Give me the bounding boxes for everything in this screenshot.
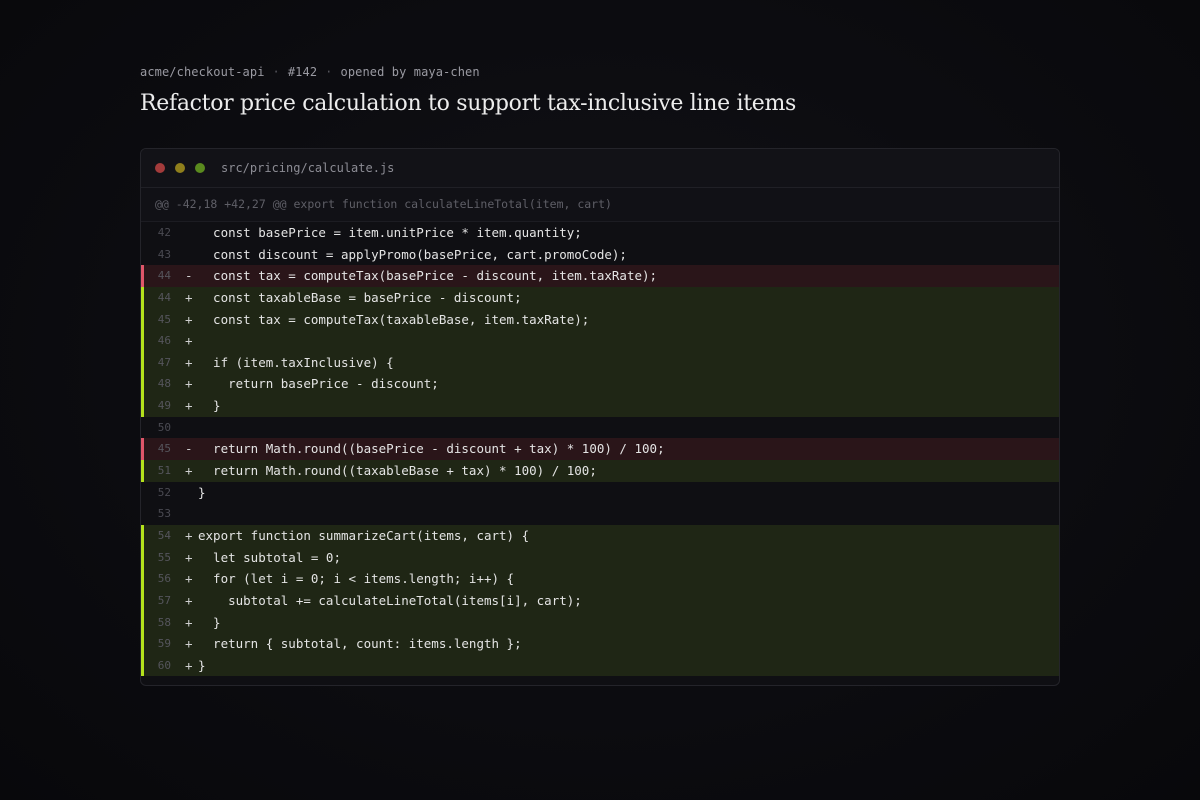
diff-line-context[interactable]: 53 [141,503,1059,525]
line-number: 51 [157,464,171,478]
line-number: 55 [157,550,171,564]
meta-separator: · [272,65,280,79]
diff-sign: + [185,354,193,370]
diff-line-added[interactable]: 55 + let subtotal = 0; [141,546,1059,569]
diff-line-added[interactable]: 54 + export function summarizeCart(items, … [141,524,1059,547]
diff-sign [185,503,193,525]
code-text: for (let i = 0; i < items.length; i++) { [198,571,515,587]
diff-line-added[interactable]: 44 + const taxableBase = basePrice - disc… [141,286,1059,309]
line-number: 42 [157,226,171,239]
diff-sign: + [185,311,193,327]
line-number: 46 [157,334,171,348]
meta-separator: · [325,65,333,79]
diff-line-context[interactable]: 52 } [141,482,1059,504]
pr-number[interactable]: #142 [288,65,317,79]
diff-line-context[interactable]: 42 const basePrice = item.unitPrice * it… [141,222,1059,244]
line-number: 53 [157,507,171,521]
code-text: } [198,657,206,673]
diff-line-deleted[interactable]: 44- const tax = computeTax(basePrice - d… [141,265,1059,287]
line-number: 47 [157,355,171,369]
diff-sign: - [185,441,193,457]
line-number: 43 [157,247,171,261]
diff-sign: + [185,398,193,414]
diff-sign: + [185,549,193,565]
diff-line-deleted[interactable]: 45- return Math.round((basePrice - disco… [141,438,1059,461]
diff-line-added[interactable]: 58 + } [141,611,1059,634]
line-number: 44 [157,269,171,283]
code-text: const discount = applyPromo(basePrice, c… [198,246,627,262]
line-number: 54 [157,528,171,542]
code-text: } [198,398,221,414]
diff-sign [185,244,193,266]
diff-line-added[interactable]: 51 + return Math.round((taxableBase + tax… [141,460,1059,482]
diff-line-context[interactable]: 50 [141,417,1059,439]
line-number: 44 [157,290,171,304]
minimize-window-dot-icon[interactable] [175,163,185,173]
code-text: subtotal += calculateLineTotal(items[i],… [198,592,582,608]
diff-line-added[interactable]: 57 + subtotal += calculateLineTotal(items… [141,589,1059,612]
diff-line-added[interactable]: 49 + } [141,395,1059,417]
code-text: return Math.round((basePrice - discount … [198,441,665,457]
diff-sign: - [185,268,193,284]
maximize-window-dot-icon[interactable] [195,163,205,173]
pr-title: Refactor price calculation to support ta… [140,91,797,116]
diff-line-added[interactable]: 45 + const tax = computeTax(taxableBase, … [141,308,1059,331]
diff-sign: + [185,333,193,349]
code-text: } [198,614,221,630]
diff-sign [185,417,193,439]
code-text: let subtotal = 0; [198,549,341,565]
code-text: const tax = computeTax(basePrice - disco… [198,268,658,284]
diff-sign: + [185,636,193,652]
diff-line-added[interactable]: 47 + if (item.taxInclusive) { [141,351,1059,374]
code-text: const basePrice = item.unitPrice * item.… [198,225,582,240]
line-number: 56 [157,572,171,586]
window-titlebar: src/pricing/calculate.js [141,149,1059,188]
line-number: 58 [157,615,171,629]
line-number: 48 [157,377,171,391]
hunk-header: @@ -42,18 +42,27 @@ export function calc… [141,188,1059,222]
line-number: 45 [157,312,171,326]
line-number: 59 [157,637,171,651]
code-text: const tax = computeTax(taxableBase, item… [198,311,590,327]
code-text: } [198,484,206,500]
diff-sign: + [185,614,193,630]
diff-line-added[interactable]: 46 + [141,330,1059,352]
code-text: const taxableBase = basePrice - discount… [198,289,522,305]
repo-link[interactable]: acme/checkout-api [140,65,265,79]
diff-sign: + [185,463,193,479]
diff-sign: + [185,592,193,608]
line-number: 50 [157,420,171,434]
diff-line-added[interactable]: 56 + for (let i = 0; i < items.length; i+… [141,568,1059,590]
code-text: return Math.round((taxableBase + tax) * … [198,463,597,479]
code-text: return basePrice - discount; [198,376,439,392]
line-number: 57 [157,593,171,607]
diff-window: src/pricing/calculate.js @@ -42,18 +42,2… [140,148,1060,686]
pr-meta: acme/checkout-api · #142 · opened by maya-ch… [140,65,480,79]
opened-by: opened by maya-chen [340,65,480,79]
line-number: 49 [157,399,171,413]
diff-line-added[interactable]: 48 + return basePrice - discount; [141,373,1059,396]
diff-sign: + [185,657,193,673]
diff-sign [185,482,193,504]
code-text: if (item.taxInclusive) { [198,354,394,370]
line-number: 45 [157,442,171,456]
diff-line-added[interactable]: 59 + return { subtotal, count: items.leng… [141,633,1059,655]
diff-line-added[interactable]: 60 +} [141,654,1059,677]
diff-lines: 42 const basePrice = item.unitPrice * it… [141,222,1059,677]
diff-sign [185,222,193,244]
diff-line-context[interactable]: 43 const discount = applyPromo(basePrice… [141,244,1059,266]
diff-sign: + [185,289,193,305]
diff-sign: + [185,571,193,587]
close-window-dot-icon[interactable] [155,163,165,173]
diff-sign: + [185,376,193,392]
line-number: 60 [157,658,171,672]
code-text: return { subtotal, count: items.length }… [198,636,522,652]
diff-sign: + [185,527,193,543]
line-number: 52 [157,485,171,499]
file-name: src/pricing/calculate.js [221,161,395,175]
code-text: export function summarizeCart(items, car… [198,527,530,543]
